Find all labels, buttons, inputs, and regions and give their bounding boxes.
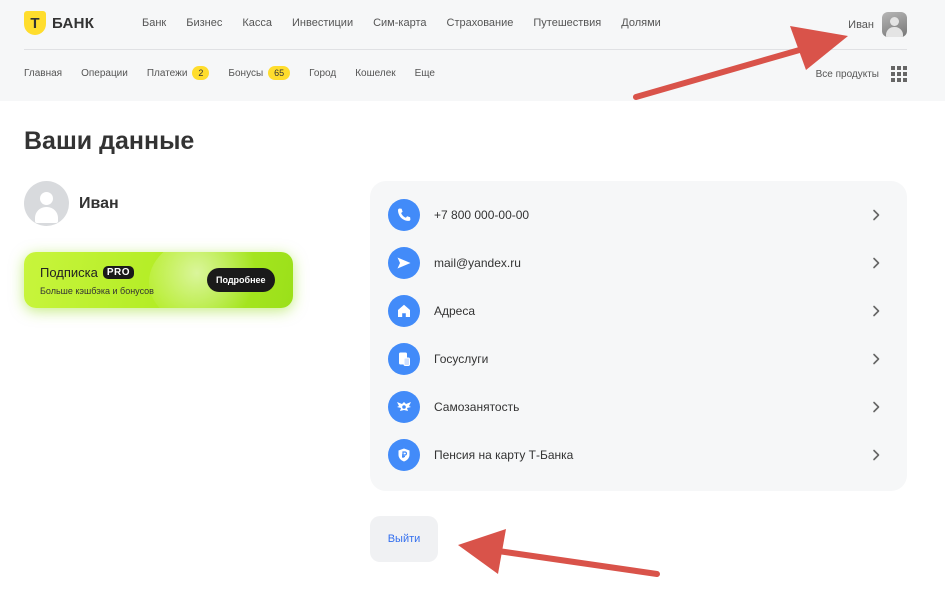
list-item-self-employment[interactable]: Самозанятость bbox=[370, 383, 907, 431]
grid-icon bbox=[891, 66, 907, 82]
pro-banner-title: Подписка PRO bbox=[40, 265, 135, 280]
profile-header: Иван bbox=[24, 181, 119, 226]
pro-subscription-banner[interactable]: Подписка PRO Больше кэшбэка и бонусов По… bbox=[24, 252, 293, 308]
sub-nav-label: Еще bbox=[414, 67, 435, 79]
logout-button[interactable]: Выйти bbox=[370, 516, 438, 562]
sub-nav-label: Бонусы bbox=[228, 67, 264, 79]
sub-nav-item-bonuses[interactable]: Бонусы 65 bbox=[228, 66, 291, 80]
chevron-right-icon bbox=[873, 353, 880, 365]
sub-nav-item-more[interactable]: Еще bbox=[415, 68, 435, 79]
pro-tag: PRO bbox=[102, 266, 135, 279]
sub-nav-item-home[interactable]: Главная bbox=[24, 68, 62, 79]
sub-nav-label: Кошелек bbox=[355, 67, 396, 79]
top-nav-item-travel[interactable]: Путешествия bbox=[533, 17, 601, 29]
top-nav-item-insurance[interactable]: Страхование bbox=[447, 17, 514, 29]
pro-banner-title-text: Подписка bbox=[40, 265, 98, 280]
top-nav-item-bank[interactable]: Банк bbox=[142, 17, 166, 29]
emblem-icon bbox=[388, 391, 420, 423]
gosuslugi-icon bbox=[388, 343, 420, 375]
sub-nav: Главная Операции Платежи 2 Бонусы 65 Город… bbox=[24, 66, 454, 80]
top-bar: Т БАНК Банк Бизнес Касса Инвестиции Сим-… bbox=[0, 0, 945, 101]
profile-avatar[interactable] bbox=[24, 181, 69, 226]
list-item-label: Госуслуги bbox=[434, 352, 489, 366]
top-nav-item-investments[interactable]: Инвестиции bbox=[292, 17, 353, 29]
phone-icon bbox=[388, 199, 420, 231]
list-item-email[interactable]: mail@yandex.ru bbox=[370, 239, 907, 287]
ruble-icon bbox=[388, 439, 420, 471]
bonuses-count-badge: 65 bbox=[268, 66, 291, 80]
pro-banner-subtitle: Больше кэшбэка и бонусов bbox=[40, 286, 154, 296]
top-nav-item-business[interactable]: Бизнес bbox=[186, 17, 222, 29]
chevron-right-icon bbox=[873, 257, 880, 269]
user-name: Иван bbox=[848, 18, 874, 31]
sub-nav-label: Город bbox=[309, 67, 337, 79]
logo-shield-icon: Т bbox=[24, 11, 46, 35]
contact-data-list: +7 800 000-00-00 mail@yandex.ru Адреса Г… bbox=[370, 181, 907, 491]
top-nav: Банк Бизнес Касса Инвестиции Сим-карта С… bbox=[142, 17, 681, 29]
nav-divider bbox=[24, 49, 907, 50]
sub-nav-label: Операции bbox=[81, 67, 128, 79]
top-nav-item-kassa[interactable]: Касса bbox=[242, 17, 272, 29]
list-item-label: Самозанятость bbox=[434, 400, 520, 414]
list-item-label: mail@yandex.ru bbox=[434, 256, 521, 270]
sub-nav-item-payments[interactable]: Платежи 2 bbox=[147, 66, 210, 80]
all-products-label: Все продукты bbox=[815, 68, 879, 80]
sub-nav-item-operations[interactable]: Операции bbox=[81, 68, 128, 79]
payments-count-badge: 2 bbox=[192, 66, 210, 80]
page-title: Ваши данные bbox=[24, 127, 195, 155]
list-item-label: +7 800 000-00-00 bbox=[434, 208, 530, 222]
user-menu[interactable]: Иван bbox=[848, 12, 907, 37]
top-nav-item-installments[interactable]: Долями bbox=[621, 17, 661, 29]
list-item-label: Адреса bbox=[434, 304, 476, 318]
arrow-to-logout-icon bbox=[458, 529, 660, 577]
home-icon bbox=[388, 295, 420, 327]
list-item-gosuslugi[interactable]: Госуслуги bbox=[370, 335, 907, 383]
pro-details-button[interactable]: Подробнее bbox=[207, 268, 275, 292]
profile-name: Иван bbox=[79, 194, 119, 212]
logo-text: БАНК bbox=[52, 14, 95, 32]
sub-nav-label: Главная bbox=[24, 67, 63, 79]
chevron-right-icon bbox=[873, 209, 880, 221]
list-item-label: Пенсия на карту Т-Банка bbox=[434, 448, 574, 462]
mail-icon bbox=[388, 247, 420, 279]
all-products-button[interactable]: Все продукты bbox=[816, 66, 907, 82]
sub-nav-item-city[interactable]: Город bbox=[309, 68, 336, 79]
top-nav-item-sim[interactable]: Сим-карта bbox=[373, 17, 426, 29]
chevron-right-icon bbox=[873, 449, 880, 461]
list-item-addresses[interactable]: Адреса bbox=[370, 287, 907, 335]
chevron-right-icon bbox=[873, 401, 880, 413]
list-item-phone[interactable]: +7 800 000-00-00 bbox=[370, 191, 907, 239]
sub-nav-item-wallet[interactable]: Кошелек bbox=[355, 68, 395, 79]
bank-logo[interactable]: Т БАНК bbox=[24, 11, 94, 35]
list-item-pension[interactable]: Пенсия на карту Т-Банка bbox=[370, 431, 907, 479]
chevron-right-icon bbox=[873, 305, 880, 317]
sub-nav-label: Платежи bbox=[146, 67, 188, 79]
avatar[interactable] bbox=[882, 12, 907, 37]
